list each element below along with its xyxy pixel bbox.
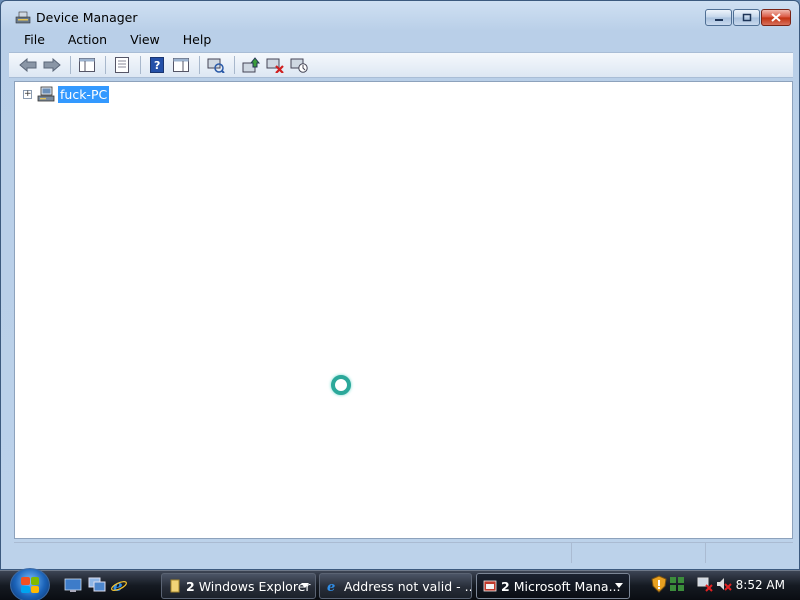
start-button[interactable] [10,568,50,600]
toolbar-separator [70,56,71,74]
window-title: Device Manager [36,10,138,25]
show-hide-action-pane-button[interactable] [170,55,192,75]
task-label: Address not valid - ... [344,578,472,594]
update-driver-icon [242,57,260,73]
device-manager-icon [15,11,31,24]
volume-muted-icon[interactable] [716,575,732,593]
scan-hardware-changes-button[interactable] [205,55,227,75]
windows-update-icon[interactable] [669,575,685,593]
show-desktop-icon[interactable] [64,577,82,593]
computer-icon [37,86,55,102]
task-count: 2 [501,578,510,594]
menu-bar: File Action View Help [9,31,793,51]
status-pane-middle [572,543,706,563]
computer-name-label: fuck-PC [58,85,110,103]
task-count: 2 [186,578,195,594]
switch-windows-icon[interactable] [88,577,106,593]
properties-icon [115,57,129,73]
network-disconnected-icon[interactable] [697,575,713,593]
maximize-icon [742,13,751,22]
uninstall-button[interactable] [264,55,286,75]
menu-help[interactable]: Help [168,31,220,51]
forward-button[interactable] [41,55,63,75]
toolbar: ? [9,52,793,78]
disable-device-button[interactable] [288,55,310,75]
task-microsoft-management-console[interactable]: 2 Microsoft Mana... [476,573,630,599]
disable-device-icon [290,58,308,73]
menu-action[interactable]: Action [53,31,115,51]
show-hide-action-pane-icon [173,58,189,72]
taskbar: e 2 Windows Explorer e Address not valid… [0,568,800,600]
status-bar [14,542,793,564]
scan-hardware-changes-icon [207,58,225,73]
menu-view[interactable]: View [115,31,168,51]
uninstall-icon [266,58,284,73]
task-windows-explorer[interactable]: 2 Windows Explorer [161,573,316,599]
back-arrow-icon [19,58,37,72]
forward-arrow-icon [43,58,61,72]
task-label: Windows Explorer [198,578,311,594]
menu-file[interactable]: File [9,31,53,51]
properties-button[interactable] [111,55,133,75]
title-bar[interactable]: Device Manager [1,1,799,31]
status-pane-main [14,543,572,563]
task-label: Microsoft Mana... [513,578,621,594]
show-hide-console-tree-icon [79,58,95,72]
toolbar-separator [199,56,200,74]
busy-spinner-icon [331,375,351,395]
toolbar-separator [234,56,235,74]
minimize-icon [714,18,723,21]
svg-text:e: e [327,580,335,593]
chevron-down-icon [615,583,623,588]
close-button[interactable] [761,9,791,26]
device-tree-pane[interactable]: + fuck-PC [14,81,793,539]
chevron-down-icon [301,583,309,588]
clock[interactable]: 8:52 AM [736,578,785,592]
tree-root-node[interactable]: + fuck-PC [23,85,110,103]
help-button[interactable]: ? [146,55,168,75]
minimize-button[interactable] [705,9,732,26]
toolbar-separator [105,56,106,74]
maximize-button[interactable] [733,9,760,26]
status-pane-right [706,543,792,563]
close-icon [771,13,781,22]
svg-text:?: ? [154,59,160,72]
show-hide-console-tree-button[interactable] [76,55,98,75]
internet-explorer-icon[interactable]: e [110,577,128,593]
folder-icon [170,579,180,593]
device-manager-window: Device Manager File Action View Help ? +… [0,0,800,570]
toolbar-separator [140,56,141,74]
expand-button[interactable]: + [23,89,32,99]
task-address-not-valid[interactable]: e Address not valid - ... [319,573,472,599]
mmc-icon [483,580,497,592]
back-button[interactable] [17,55,39,75]
caption-buttons [705,9,791,26]
internet-explorer-icon: e [327,580,335,593]
windows-logo-icon [21,577,39,593]
help-icon: ? [150,57,164,73]
update-driver-button[interactable] [240,55,262,75]
windows-defender-icon[interactable] [651,575,667,593]
